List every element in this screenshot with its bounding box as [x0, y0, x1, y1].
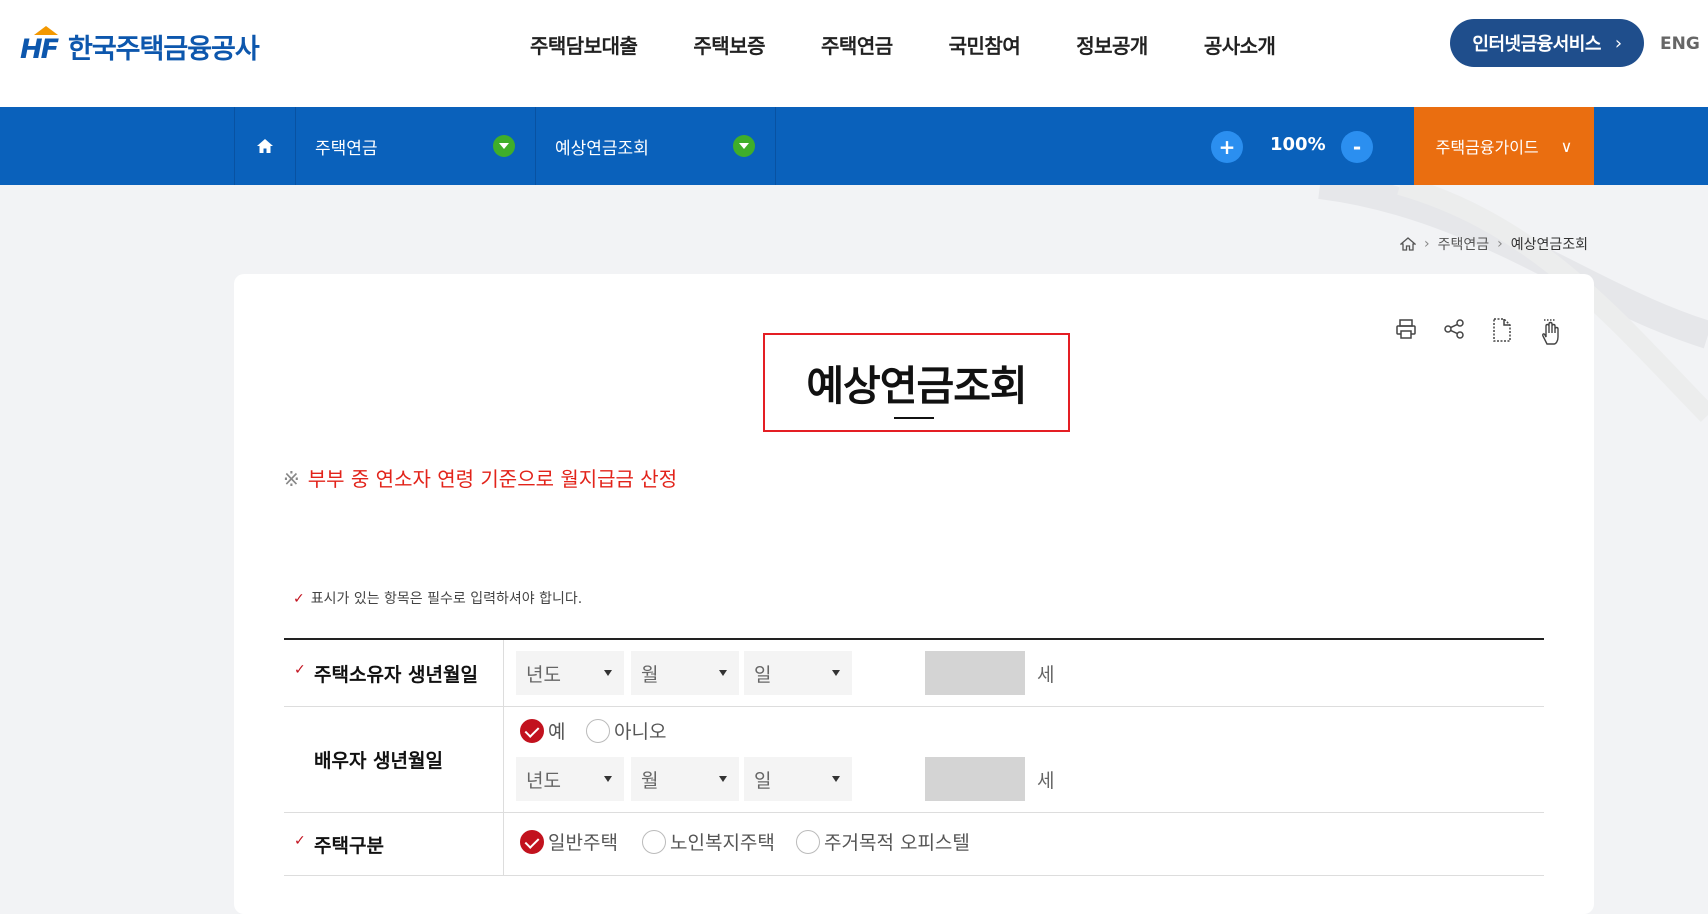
breadcrumb-separator-icon: ›	[1497, 236, 1503, 252]
nav-participation[interactable]: 국민참여	[949, 30, 1021, 59]
internet-service-label: 인터넷금융서비스	[1472, 34, 1601, 55]
subnav-dropdown-1-label: 주택연금	[315, 138, 378, 159]
chevron-right-icon: ›	[1614, 32, 1622, 54]
house-type-senior-label: 노인복지주택	[670, 832, 775, 854]
logo-text: 한국주택금융공사	[68, 33, 260, 65]
pension-form-table: ✓ 주택소유자 생년월일 년도 월 일 세 배우자 생년월일 예 아니오 년도 …	[284, 638, 1544, 876]
home-button[interactable]	[234, 107, 296, 185]
owner-day-select[interactable]: 일	[744, 651, 852, 695]
spouse-day-select[interactable]: 일	[744, 757, 852, 801]
home-icon[interactable]	[1399, 237, 1416, 251]
nav-housing-guarantee[interactable]: 주택보증	[693, 30, 765, 59]
form-row-house-type: ✓ 주택구분 일반주택 노인복지주택 주거목적 오피스텔	[284, 813, 1544, 876]
subnav-dropdown-2-label: 예상연금조회	[555, 138, 649, 159]
spouse-year-select[interactable]: 년도	[516, 757, 624, 801]
owner-age-output	[925, 651, 1025, 695]
spouse-no-label: 아니오	[614, 721, 667, 743]
page-tools	[1382, 318, 1574, 346]
form-row-owner-birth: ✓ 주택소유자 생년월일 년도 월 일 세	[284, 640, 1544, 707]
house-type-general-label: 일반주택	[548, 832, 618, 854]
form-cell-house-type: 일반주택 노인복지주택 주거목적 오피스텔	[504, 813, 1544, 875]
radio-unchecked-icon	[586, 718, 610, 743]
radio-unchecked-icon	[642, 829, 666, 854]
subnav-dropdown-2[interactable]: 예상연금조회	[535, 107, 776, 185]
form-label-house-type: ✓ 주택구분	[284, 813, 504, 875]
logo-mark: HF	[20, 26, 62, 66]
owner-year-select[interactable]: 년도	[516, 651, 624, 695]
radio-checked-icon	[520, 718, 544, 743]
nav-about[interactable]: 공사소개	[1204, 30, 1276, 59]
hand-touch-icon	[1542, 319, 1559, 345]
required-check-icon: ✓	[294, 662, 306, 678]
spouse-age-unit: 세	[1037, 770, 1055, 792]
eng-link[interactable]: ENG	[1660, 34, 1700, 54]
spouse-no-radio[interactable]: 아니오	[586, 717, 666, 744]
house-type-general-radio[interactable]: 일반주택	[520, 828, 618, 855]
required-note-text: 표시가 있는 항목은 필수로 입력하셔야 합니다.	[310, 591, 583, 607]
required-check-icon: ✓	[294, 833, 306, 849]
required-note: ✓ 표시가 있는 항목은 필수로 입력하셔야 합니다.	[293, 588, 582, 608]
zoom-in-button[interactable]: +	[1211, 131, 1243, 163]
document-button[interactable]	[1478, 318, 1526, 346]
form-cell-owner-birth: 년도 월 일 세	[504, 640, 1544, 706]
form-label-spouse-birth: 배우자 생년월일	[284, 707, 504, 812]
breadcrumb: › 주택연금 › 예상연금조회	[1399, 234, 1588, 254]
owner-age-unit: 세	[1037, 664, 1055, 686]
notice-mark: ※	[283, 467, 300, 491]
form-row-spouse-birth: 배우자 생년월일 예 아니오 년도 월 일 세	[284, 707, 1544, 813]
nav-mortgage-loan[interactable]: 주택담보대출	[530, 30, 638, 59]
housing-finance-guide-button[interactable]: 주택금융가이드 ∨	[1414, 107, 1594, 185]
owner-month-select[interactable]: 월	[631, 651, 739, 695]
chevron-down-icon	[493, 135, 515, 157]
print-icon	[1396, 319, 1416, 339]
page-title: 예상연금조회	[806, 362, 1027, 410]
top-header: HF 한국주택금융공사 주택담보대출 주택보증 주택연금 국민참여 정보공개 공…	[0, 0, 1708, 107]
house-type-officetel-label: 주거목적 오피스텔	[824, 832, 970, 854]
title-underline	[894, 417, 934, 419]
check-icon: ✓	[293, 591, 305, 607]
guide-label: 주택금융가이드	[1435, 138, 1539, 157]
spouse-birth-label: 배우자 생년월일	[314, 750, 443, 772]
zoom-level: 100%	[1270, 134, 1326, 155]
share-button[interactable]	[1430, 318, 1478, 346]
form-label-owner-birth: ✓ 주택소유자 생년월일	[284, 640, 504, 706]
nav-disclosure[interactable]: 정보공개	[1076, 30, 1148, 59]
spouse-yes-radio[interactable]: 예	[520, 717, 565, 744]
site-logo[interactable]: HF 한국주택금융공사	[20, 26, 260, 66]
notice-text: ※ 부부 중 연소자 연령 기준으로 월지급금 산정	[283, 463, 677, 492]
chevron-down-icon	[733, 135, 755, 157]
document-icon	[1493, 318, 1511, 342]
logo-hf: HF	[20, 34, 59, 65]
house-type-senior-radio[interactable]: 노인복지주택	[642, 828, 775, 855]
subnav-dropdown-1[interactable]: 주택연금	[295, 107, 536, 185]
share-icon	[1444, 319, 1464, 339]
radio-checked-icon	[520, 829, 544, 854]
radio-unchecked-icon	[796, 829, 820, 854]
spouse-age-output	[925, 757, 1025, 801]
touch-button[interactable]	[1526, 318, 1574, 346]
nav-housing-pension[interactable]: 주택연금	[821, 30, 893, 59]
main-nav: 주택담보대출 주택보증 주택연금 국민참여 정보공개 공사소개	[530, 30, 1331, 59]
home-icon	[257, 139, 273, 153]
breadcrumb-current: 예상연금조회	[1510, 237, 1588, 253]
breadcrumb-item[interactable]: 주택연금	[1438, 234, 1490, 254]
print-button[interactable]	[1382, 318, 1430, 346]
internet-service-button[interactable]: 인터넷금융서비스 ›	[1450, 19, 1644, 67]
spouse-month-select[interactable]: 월	[631, 757, 739, 801]
chevron-down-icon: ∨	[1560, 136, 1573, 156]
house-type-label: 주택구분	[314, 834, 384, 857]
owner-birth-label: 주택소유자 생년월일	[314, 663, 478, 686]
zoom-out-button[interactable]: -	[1341, 131, 1373, 163]
house-type-officetel-radio[interactable]: 주거목적 오피스텔	[796, 828, 970, 855]
form-cell-spouse-birth: 예 아니오 년도 월 일 세	[504, 707, 1544, 812]
notice-message: 부부 중 연소자 연령 기준으로 월지급금 산정	[307, 467, 678, 491]
breadcrumb-separator-icon: ›	[1423, 236, 1430, 252]
spouse-yes-label: 예	[548, 721, 566, 743]
